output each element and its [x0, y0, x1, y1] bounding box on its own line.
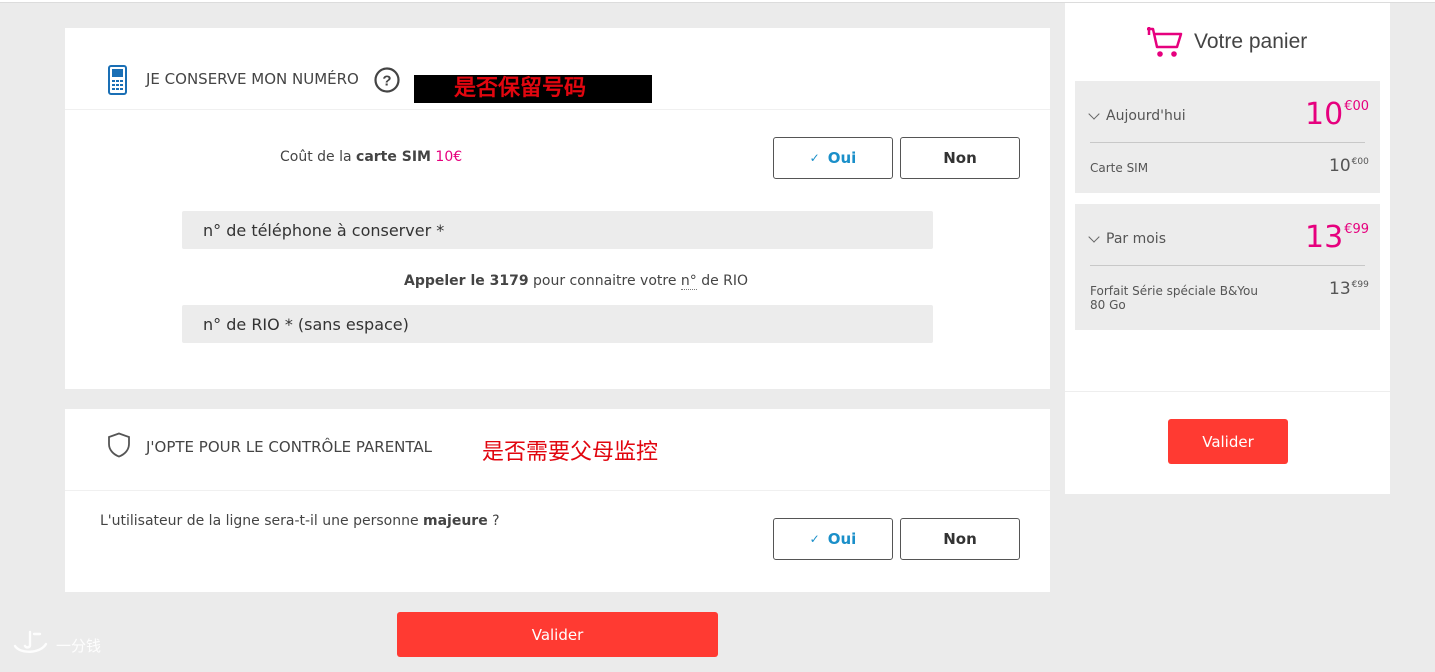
cart-monthly-item-price: 13 €99 [1329, 279, 1369, 299]
cart-title: Votre panier [1194, 30, 1308, 53]
cart-monthly-total: 13 €99 [1305, 220, 1370, 255]
watermark: 一分钱 [12, 628, 101, 662]
svg-text:?: ? [382, 73, 391, 90]
keep-number-non-button[interactable]: Non [900, 137, 1020, 179]
sim-cost-text: Coût de la carte SIM 10€ [280, 149, 463, 165]
phone-number-input[interactable]: n° de téléphone à conserver * [182, 211, 933, 249]
shield-icon [107, 432, 131, 462]
watermark-logo-icon [12, 628, 50, 662]
cart-today-divider [1090, 142, 1365, 143]
question-circle-icon[interactable]: ? [374, 67, 400, 97]
annotation-keep-number: 是否保留号码 [414, 75, 652, 103]
cart-today-toggle[interactable]: Aujourd'hui [1088, 108, 1186, 124]
shopping-cart-icon [1145, 25, 1185, 63]
check-icon: ✓ [809, 532, 820, 546]
keep-number-oui-button[interactable]: ✓ Oui [773, 137, 893, 179]
rio-number-input[interactable]: n° de RIO * (sans espace) [182, 305, 933, 343]
cart-today-total: 10 €00 [1305, 97, 1370, 132]
chevron-down-icon [1088, 231, 1100, 243]
cart-monthly-toggle[interactable]: Par mois [1088, 231, 1166, 247]
cart-monthly-divider [1090, 265, 1365, 266]
parental-oui-button[interactable]: ✓ Oui [773, 518, 893, 560]
annotation-parental: 是否需要父母监控 [482, 440, 659, 465]
rio-hint: Appeler le 3179 pour connaitre votre n° … [404, 273, 749, 290]
parental-control-title: J'OPTE POUR LE CONTRÔLE PARENTAL [146, 438, 433, 456]
parental-non-button[interactable]: Non [900, 518, 1020, 560]
cart-submit-button[interactable]: Valider [1168, 419, 1288, 464]
mobile-phone-icon [107, 65, 129, 99]
cart-today-item-label: Carte SIM [1090, 161, 1149, 175]
majority-question: L'utilisateur de la ligne sera-t-il une … [100, 513, 500, 529]
cart-divider [1065, 391, 1390, 392]
check-icon: ✓ [809, 151, 820, 165]
cart-today-item-price: 10 €00 [1329, 156, 1369, 176]
cart-monthly-item-label: Forfait Série spéciale B&You 80 Go [1090, 284, 1258, 312]
chevron-down-icon [1088, 108, 1100, 120]
main-submit-button[interactable]: Valider [397, 612, 718, 657]
keep-number-title: JE CONSERVE MON NUMÉRO [146, 70, 359, 88]
